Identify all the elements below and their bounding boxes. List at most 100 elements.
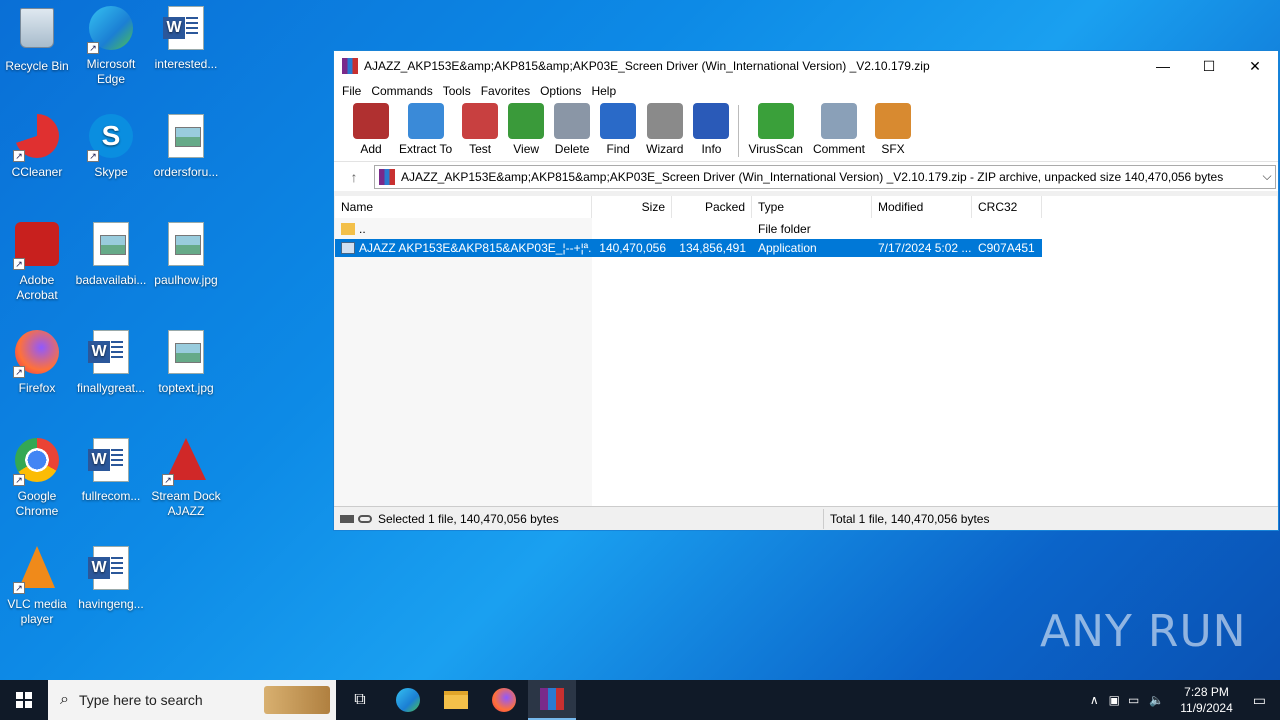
firefox-icon (492, 688, 516, 712)
sfx-icon (874, 103, 911, 139)
desktop-icon[interactable]: finallygreat... (74, 328, 148, 396)
taskbar-edge[interactable] (384, 680, 432, 720)
clock[interactable]: 7:28 PM 11/9/2024 (1170, 684, 1243, 716)
toolbar-virusscan-button[interactable]: VirusScan (743, 101, 807, 156)
menu-file[interactable]: File (338, 84, 367, 98)
menu-options[interactable]: Options (536, 84, 587, 98)
desktop-icon-label: paulhow.jpg (154, 273, 218, 287)
toolbar-separator (738, 105, 740, 157)
minimize-button[interactable]: — (1140, 51, 1186, 81)
desktop-icon[interactable]: havingeng... (74, 544, 148, 612)
close-button[interactable]: ✕ (1232, 51, 1278, 81)
edge-icon (396, 688, 420, 712)
toolbar-test-button[interactable]: Test (457, 101, 503, 156)
toolbar-info-button[interactable]: Info (688, 101, 734, 156)
desktop-icon-label: toptext.jpg (158, 381, 214, 395)
notification-icon[interactable]: ▭ (1243, 692, 1280, 709)
menu-favorites[interactable]: Favorites (477, 84, 536, 98)
toolbar-delete-button[interactable]: Delete (549, 101, 595, 156)
desktop-icon[interactable]: Recycle Bin (0, 4, 74, 74)
cell-packed: 134,856,491 (679, 241, 746, 255)
desktop-icon[interactable]: S ↗ Skype (74, 112, 148, 180)
column-headers: Name Size Packed Type Modified CRC32 (335, 196, 1277, 218)
volume-icon[interactable]: 🔈 (1143, 693, 1170, 707)
column-type[interactable]: Type (752, 196, 872, 218)
toolbar-comment-button[interactable]: Comment (808, 101, 870, 156)
file-name: .. (359, 222, 366, 236)
windows-logo-icon (16, 692, 32, 708)
taskbar-file-explorer[interactable] (432, 680, 480, 720)
desktop-icon[interactable]: ↗ Adobe Acrobat (0, 220, 74, 303)
system-tray: ∧ ▣ ▭ 🔈 7:28 PM 11/9/2024 ▭ (1084, 680, 1280, 720)
task-view-button[interactable]: ⧉ (336, 680, 384, 720)
cell-name: .. (335, 220, 592, 238)
chevron-up-icon[interactable]: ∧ (1084, 693, 1105, 707)
desktop-icon[interactable]: ↗ Firefox (0, 328, 74, 396)
taskbar-firefox[interactable] (480, 680, 528, 720)
file-row[interactable]: AJAZZ AKP153E&AKP815&AKP03E_¦--+¦ª... 140… (335, 239, 1042, 257)
desktop-icon[interactable]: ordersforu... (149, 112, 223, 180)
toolbar-wizard-button[interactable]: Wizard (641, 101, 688, 156)
column-packed[interactable]: Packed (672, 196, 752, 218)
zip-archive-icon (379, 168, 395, 185)
desktop-icon-label: VLC media player (7, 597, 67, 626)
file-list: Name Size Packed Type Modified CRC32 .. F… (335, 196, 1277, 506)
toolbar: Add Extract To Test View Delete Find Wizard Inf… (334, 101, 1278, 161)
menu-help[interactable]: Help (587, 84, 622, 98)
word-doc-icon (87, 330, 135, 378)
taskbar-search-box[interactable]: ⌕ Type here to search (48, 680, 336, 720)
key-icon (358, 514, 372, 523)
file-row[interactable]: .. File folder (335, 220, 1042, 238)
desktop-icon[interactable]: paulhow.jpg (149, 220, 223, 288)
edge-icon: ↗ (87, 6, 135, 54)
desktop-icon[interactable]: interested... (149, 4, 223, 72)
start-button[interactable] (0, 680, 48, 720)
toolbar-add-button[interactable]: Add (348, 101, 394, 156)
search-placeholder: Type here to search (78, 692, 203, 708)
desktop-icon-label: havingeng... (78, 597, 144, 611)
address-field[interactable]: AJAZZ_AKP153E&amp;AKP815&amp;AKP03E_Scre… (374, 164, 1276, 189)
toolbar-view-button[interactable]: View (503, 101, 549, 156)
word-doc-icon (87, 546, 135, 594)
column-crc32[interactable]: CRC32 (972, 196, 1042, 218)
toolbar-sfx-button[interactable]: SFX (870, 101, 916, 156)
column-size[interactable]: Size (592, 196, 672, 218)
skype-icon: S ↗ (87, 114, 135, 162)
desktop-icon[interactable]: badavailabi... (74, 220, 148, 288)
menu-tools[interactable]: Tools (439, 84, 477, 98)
status-bar: Selected 1 file, 140,470,056 bytes Total… (334, 506, 1278, 530)
desktop-icon[interactable]: ↗ Microsoft Edge (74, 4, 148, 87)
toolbar-find-button[interactable]: Find (595, 101, 641, 156)
desktop-icon[interactable]: fullrecom... (74, 436, 148, 504)
desktop-icon[interactable]: ↗ Google Chrome (0, 436, 74, 519)
desktop-icon[interactable]: ↗ CCleaner (0, 112, 74, 180)
winrar-window: AJAZZ_AKP153E&amp;AKP815&amp;AKP03E_Scre… (333, 50, 1279, 531)
desktop-icon[interactable]: ↗ Stream Dock AJAZZ (149, 436, 223, 519)
column-name[interactable]: Name (335, 196, 592, 218)
image-file-icon (87, 222, 135, 270)
menu-commands[interactable]: Commands (367, 84, 438, 98)
toolbar-extract-to-button[interactable]: Extract To (394, 101, 457, 156)
vlc-icon: ↗ (13, 546, 61, 594)
taskbar-winrar[interactable] (528, 680, 576, 720)
toolbar-label: VirusScan (748, 142, 803, 156)
stream-dock-icon: ↗ (162, 438, 210, 486)
toolbar-label: View (513, 142, 540, 156)
desktop-icon-label: Adobe Acrobat (16, 273, 58, 302)
network-icon[interactable]: ▭ (1124, 693, 1143, 707)
desktop-icon[interactable]: toptext.jpg (149, 328, 223, 396)
desktop-icon[interactable]: ↗ VLC media player (0, 544, 74, 627)
toolbar-label: Info (701, 142, 722, 156)
title-bar[interactable]: AJAZZ_AKP153E&amp;AKP815&amp;AKP03E_Scre… (334, 51, 1278, 81)
test-clipboard-icon (462, 103, 499, 139)
chevron-down-icon[interactable]: ⌵ (1259, 169, 1275, 184)
meet-now-icon[interactable]: ▣ (1105, 693, 1124, 707)
column-modified[interactable]: Modified (872, 196, 972, 218)
toolbar-label: Wizard (646, 142, 684, 156)
desktop-icon-label: Google Chrome (15, 489, 59, 518)
up-arrow-icon[interactable]: ↑ (334, 169, 374, 185)
maximize-button[interactable]: ☐ (1186, 51, 1232, 81)
file-name: AJAZZ AKP153E&AKP815&AKP03E_¦--+¦ª... (359, 241, 592, 255)
desktop-icon-label: Firefox (18, 381, 56, 395)
acrobat-icon: ↗ (13, 222, 61, 270)
